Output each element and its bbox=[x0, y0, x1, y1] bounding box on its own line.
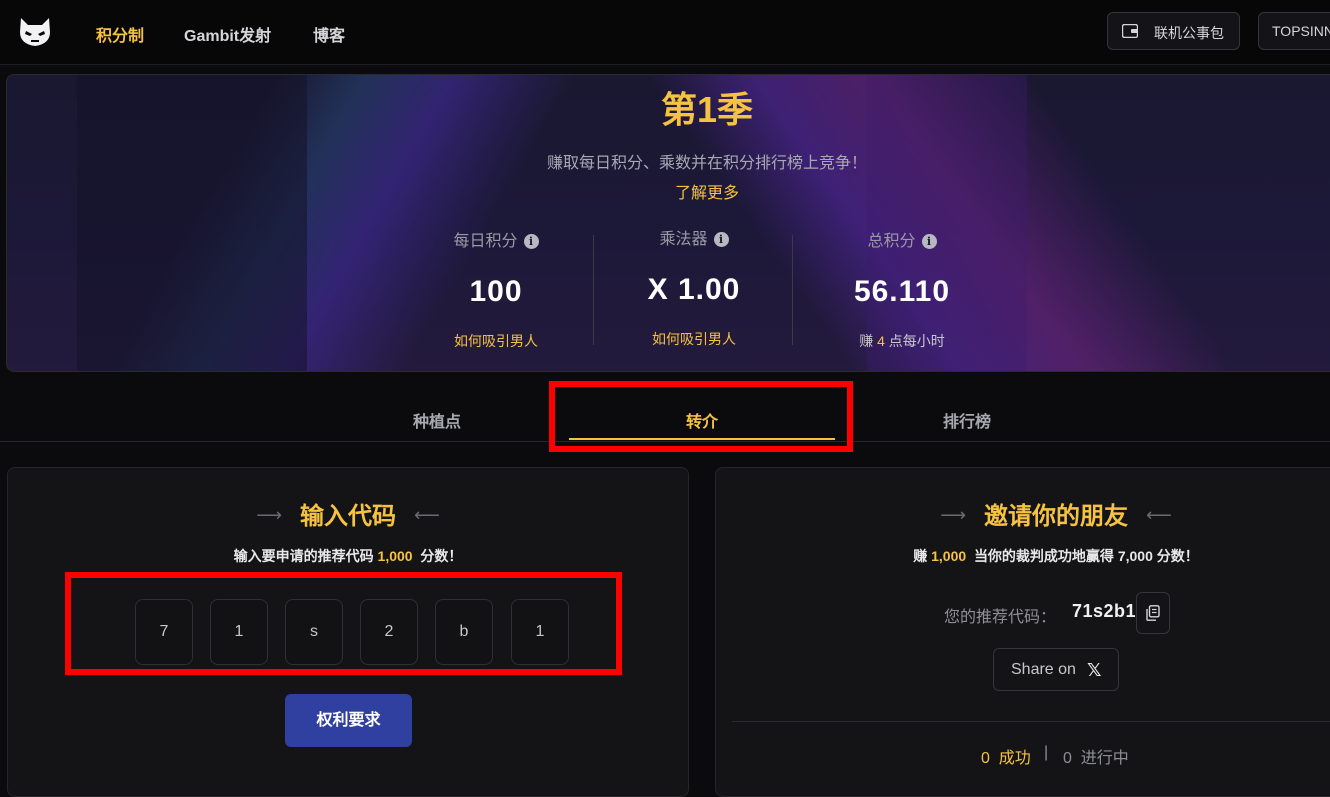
connect-wallet-label: 联机公事包 bbox=[1154, 25, 1224, 41]
info-icon[interactable]: i bbox=[713, 232, 729, 247]
wallet-icon bbox=[1122, 24, 1138, 38]
gambit-logo-icon[interactable] bbox=[18, 16, 52, 48]
season-hero-banner: 第1季 赚取每日积分、乘数并在积分排行榜上竞争！ 了解更多 每日积分 i 100 … bbox=[6, 74, 1330, 372]
info-icon[interactable]: i bbox=[921, 234, 937, 249]
code-input-box[interactable]: 2 bbox=[360, 599, 418, 665]
x-logo-icon: 𝕏 bbox=[1087, 660, 1102, 680]
arrow-left-icon: ⟵ bbox=[1146, 505, 1172, 525]
referral-code-label: 您的推荐代码： bbox=[944, 609, 1057, 626]
stat-multiplier: 乘法器 i X 1.00 如何吸引男人 bbox=[594, 225, 794, 349]
stat-label: 总积分 bbox=[867, 233, 916, 250]
claim-button[interactable]: 权利要求 bbox=[285, 694, 412, 747]
stat-footer-link[interactable]: 如何吸引男人 bbox=[396, 331, 596, 351]
share-on-x-button[interactable]: Share on 𝕏 bbox=[993, 648, 1119, 691]
stat-footer: 赚 4 点每小时 bbox=[859, 333, 945, 349]
code-input-box[interactable]: 7 bbox=[135, 599, 193, 665]
stats-separator: | bbox=[1044, 744, 1049, 761]
stat-label: 每日积分 bbox=[453, 233, 518, 250]
stat-value: 56.110 bbox=[853, 275, 951, 308]
tab-referral[interactable]: 转介 bbox=[686, 408, 718, 432]
code-input-box[interactable]: 1 bbox=[511, 599, 569, 665]
copy-icon bbox=[1146, 605, 1160, 621]
invite-friends-card: ⟶ 邀请你的朋友 ⟵ 赚 1,000 当你的裁判成功地赢得 7,000 分数！ 您的… bbox=[715, 467, 1330, 797]
learn-more-link[interactable]: 了解更多 bbox=[7, 179, 1330, 203]
invite-title: 邀请你的朋友 bbox=[984, 503, 1128, 530]
enter-code-description: 输入要申请的推荐代码 1,000 分数！ bbox=[233, 548, 463, 564]
code-input-box[interactable]: 1 bbox=[210, 599, 268, 665]
enter-code-card: ⟶ 输入代码 ⟵ 输入要申请的推荐代码 1,000 分数！ 7 1 s 2 b 1 … bbox=[7, 467, 689, 797]
nav-link-blog[interactable]: 博客 bbox=[313, 22, 345, 46]
info-icon[interactable]: i bbox=[523, 234, 539, 249]
stat-total-points: 总积分 i 56.110 赚 4 点每小时 bbox=[802, 227, 1002, 351]
stat-divider bbox=[792, 235, 793, 345]
success-count: 0 成功 bbox=[981, 750, 1031, 767]
code-input-box[interactable]: b bbox=[435, 599, 493, 665]
tab-leaderboard[interactable]: 排行榜 bbox=[943, 408, 991, 432]
pending-count: 0 进行中 bbox=[1063, 750, 1129, 767]
account-button[interactable]: TOPSINNER bbox=[1258, 12, 1330, 50]
stat-value: 100 bbox=[469, 275, 523, 308]
referral-code-value: 71s2b1 bbox=[1072, 601, 1137, 621]
season-title: 第1季 bbox=[660, 89, 754, 130]
connect-wallet-button[interactable]: 联机公事包 bbox=[1107, 12, 1240, 50]
arrow-left-icon: ⟵ bbox=[414, 505, 440, 525]
stat-daily-points: 每日积分 i 100 如何吸引男人 bbox=[396, 227, 596, 351]
referral-code-row: 您的推荐代码： 71s2b1 bbox=[716, 592, 1330, 634]
arrow-right-icon: ⟶ bbox=[940, 505, 966, 525]
tab-farm-points[interactable]: 种植点 bbox=[413, 408, 461, 432]
stat-footer-link[interactable]: 如何吸引男人 bbox=[594, 329, 794, 349]
stat-label: 乘法器 bbox=[659, 231, 708, 248]
top-nav: 积分制 Gambit发射 博客 联机公事包 TOPSINNER bbox=[0, 0, 1330, 65]
arrow-right-icon: ⟶ bbox=[256, 505, 282, 525]
enter-code-title: 输入代码 bbox=[300, 503, 396, 530]
invite-description: 赚 1,000 当你的裁判成功地赢得 7,000 分数！ bbox=[913, 548, 1199, 564]
season-subtitle: 赚取每日积分、乘数并在积分排行榜上竞争！ bbox=[546, 155, 867, 172]
code-input-box[interactable]: s bbox=[285, 599, 343, 665]
stat-value: X 1.00 bbox=[647, 273, 741, 306]
active-tab-indicator bbox=[569, 438, 835, 440]
tabs-divider bbox=[0, 441, 1330, 442]
nav-link-gambit-launch[interactable]: Gambit发射 bbox=[184, 22, 271, 46]
nav-link-points[interactable]: 积分制 bbox=[96, 22, 144, 46]
copy-code-button[interactable] bbox=[1136, 592, 1170, 634]
account-label: TOPSINNER bbox=[1272, 23, 1330, 39]
invite-divider bbox=[732, 721, 1330, 722]
share-label: Share on bbox=[1011, 661, 1076, 678]
